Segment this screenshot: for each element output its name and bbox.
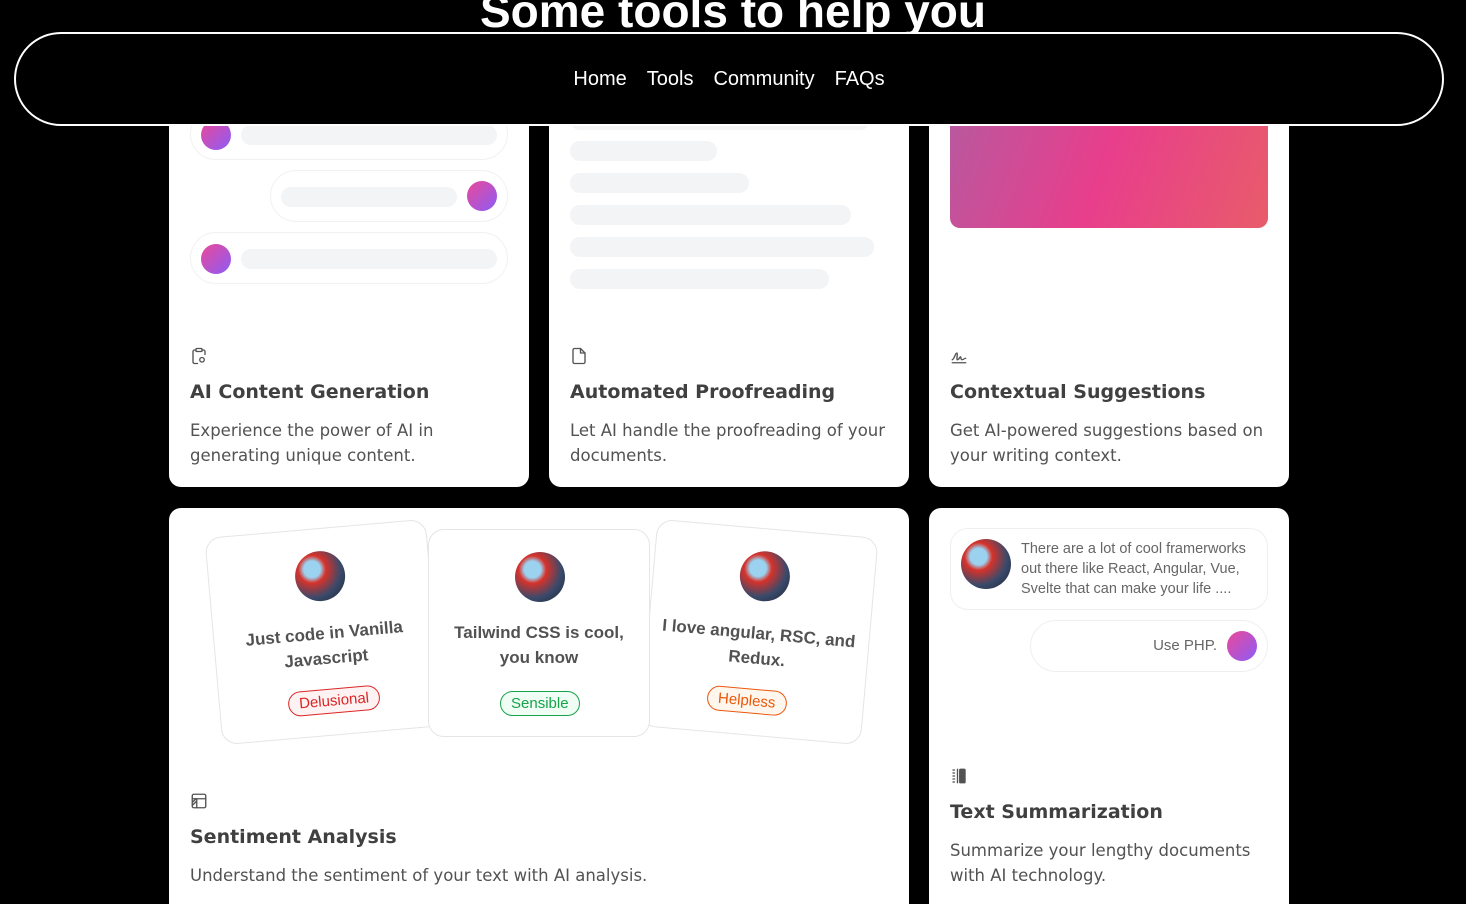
skeleton-line	[241, 125, 497, 145]
nav-community-link[interactable]: Community	[713, 68, 814, 91]
sentiment-tag: Delusional	[287, 684, 382, 718]
message-text: There are a lot of cool framerworks out …	[1021, 541, 1246, 597]
nav-faqs-link[interactable]: FAQs	[835, 68, 885, 91]
card-description: Understand the sentiment of your text wi…	[190, 866, 648, 885]
navbar: Home Tools Community FAQs	[14, 32, 1444, 126]
message-bubble: There are a lot of cool framerworks out …	[950, 528, 1268, 610]
avatar	[515, 552, 565, 602]
skeleton-line	[570, 173, 749, 193]
signature-icon	[951, 352, 967, 364]
card-description: Summarize your lengthy documents with AI…	[950, 841, 1251, 885]
skeleton-line	[570, 141, 717, 161]
avatar-dot	[201, 244, 231, 274]
avatar-dot	[467, 181, 497, 211]
clipboard-icon	[192, 347, 206, 365]
skeleton-line	[281, 187, 457, 207]
avatar	[961, 539, 1011, 589]
skeleton-line	[570, 269, 829, 289]
reply-bubble: Use PHP.	[1030, 620, 1268, 672]
columns-icon	[952, 768, 966, 784]
review-card: Just code in Vanilla Javascript Delusion…	[204, 518, 444, 746]
file-icon	[572, 347, 586, 365]
review-text: Tailwind CSS is cool, you know	[454, 623, 624, 667]
avatar-dot	[1227, 631, 1257, 661]
reply-text: Use PHP.	[1153, 637, 1217, 654]
skeleton-line	[570, 237, 874, 257]
card-description: Experience the power of AI in generating…	[190, 421, 434, 465]
avatar	[293, 549, 348, 604]
card-title: AI Content Generation	[190, 381, 430, 403]
card-title: Sentiment Analysis	[190, 826, 397, 848]
skeleton-line	[570, 205, 851, 225]
skeleton-line	[241, 249, 497, 269]
review-card: Tailwind CSS is cool, you know Sensible	[428, 529, 650, 737]
summarization-card: There are a lot of cool framerworks out …	[929, 508, 1289, 904]
card-title: Contextual Suggestions	[950, 381, 1206, 403]
card-title: Text Summarization	[950, 801, 1163, 823]
nav-tools-link[interactable]: Tools	[647, 68, 694, 91]
review-text: I love angular, RSC, and Redux.	[661, 615, 857, 671]
card-description: Get AI-powered suggestions based on your…	[950, 421, 1264, 465]
sentiment-card: Just code in Vanilla Javascript Delusion…	[169, 508, 909, 904]
review-card: I love angular, RSC, and Redux. Helpless	[639, 518, 879, 746]
review-text: Just code in Vanilla Javascript	[244, 617, 404, 672]
card-description: Let AI handle the proofreading of your d…	[570, 421, 886, 465]
card-title: Automated Proofreading	[570, 381, 836, 403]
sentiment-tag: Sensible	[500, 691, 580, 716]
table-icon	[191, 793, 207, 809]
sentiment-tag: Helpless	[706, 684, 788, 717]
nav-home-link[interactable]: Home	[573, 68, 626, 91]
avatar	[737, 549, 792, 604]
